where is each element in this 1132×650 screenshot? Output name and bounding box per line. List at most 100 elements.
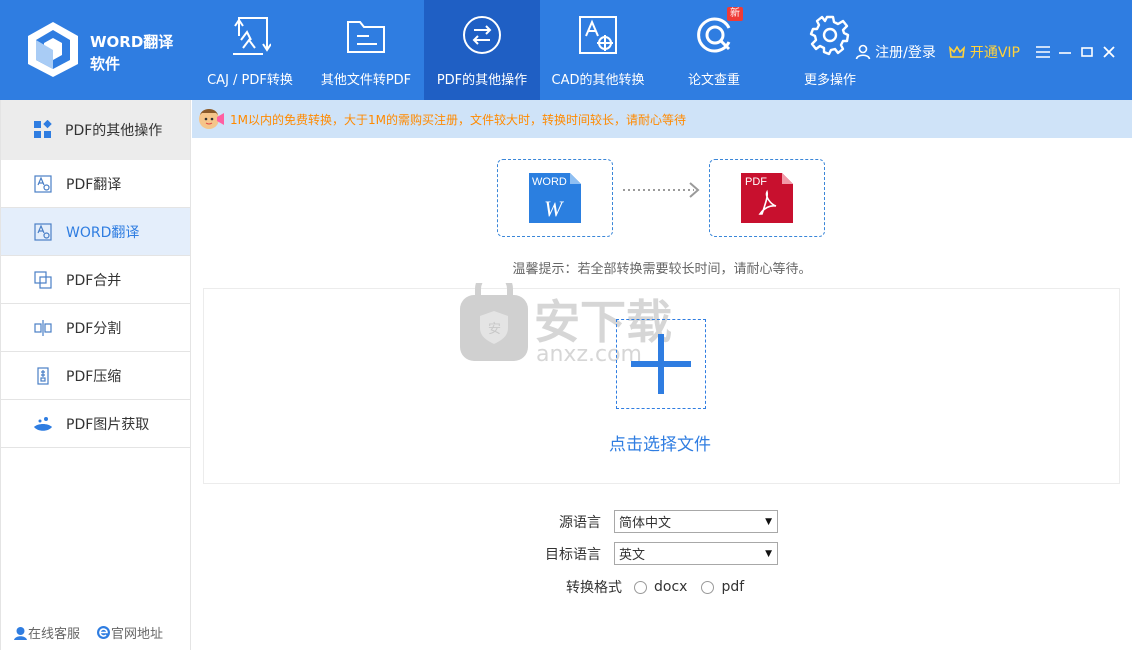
source-language-value: 简体中文: [619, 516, 672, 531]
notice-text: 1M以内的免费转换，大于1M的需购买注册，文件较大时，转换时间较长，请耐心等待: [230, 112, 686, 127]
select-file-label[interactable]: 点击选择文件: [560, 430, 760, 455]
radio-docx[interactable]: [634, 580, 647, 594]
app-name: WORD翻译 软件: [90, 31, 190, 75]
source-language-row: 源语言 简体中文 ▼: [535, 510, 778, 533]
nav-paper-check[interactable]: 新 论文查重: [656, 0, 772, 100]
format-label: 转换格式: [566, 580, 622, 596]
dropdown-arrow-icon: ▼: [765, 548, 772, 559]
sidebar-item-pdf-compress[interactable]: PDF压缩: [1, 352, 190, 400]
nav-other-to-pdf-label: 其他文件转PDF: [320, 73, 412, 88]
apps-grid-icon: [34, 120, 52, 138]
target-language-label: 目标语言: [545, 546, 601, 563]
nav-caj-pdf-label: CAJ / PDF转换: [207, 73, 293, 88]
tip-text: 温馨提示：若全部转换需要较长时间，请耐心等待。: [512, 262, 812, 277]
mascot-megaphone-icon: [199, 109, 224, 129]
nav-more-ops-label: 更多操作: [803, 73, 856, 88]
target-language-row: 目标语言 英文 ▼: [535, 542, 778, 565]
title-bar: WORD翻译 软件 CAJ / PDF转换 其他文件转PDF PDF的其他操作 …: [0, 0, 1132, 100]
plus-icon: [631, 334, 691, 394]
nav-pdf-other-ops[interactable]: PDF的其他操作: [424, 0, 540, 100]
gear-icon: [809, 15, 850, 56]
word-file-icon: WORD W: [529, 173, 581, 223]
split-icon: [33, 318, 53, 338]
merge-icon: [33, 270, 53, 290]
format-row: 转换格式 docx pdf: [566, 577, 758, 597]
nav-cad-other-label: CAD的其他转换: [551, 73, 645, 88]
sidebar-item-pdf-split[interactable]: PDF分割: [1, 304, 190, 352]
crown-icon: [948, 45, 965, 58]
minimize-button[interactable]: [1054, 41, 1076, 63]
sidebar-item-word-translate[interactable]: WORD翻译: [1, 208, 190, 256]
convert-arrow-icon: [623, 182, 700, 198]
menu-button[interactable]: [1032, 41, 1054, 63]
sidebar-item-label: PDF压缩: [66, 368, 122, 385]
hamburger-icon: [1036, 46, 1050, 58]
target-language-value: 英文: [619, 548, 646, 563]
sidebar-item-label: PDF翻译: [66, 176, 122, 193]
login-label: 注册/登录: [875, 45, 936, 61]
login-button[interactable]: 注册/登录: [855, 42, 936, 62]
notice-bar: 1M以内的免费转换，大于1M的需购买注册，文件较大时，转换时间较长，请耐心等待: [192, 100, 1132, 138]
sidebar-item-label: PDF分割: [66, 320, 122, 337]
source-language-select[interactable]: 简体中文 ▼: [614, 510, 778, 533]
sidebar: PDF的其他操作 PDF翻译 WORD翻译 PDF合并 PDF分割 PDF压缩 …: [0, 100, 191, 650]
vip-label: 开通VIP: [969, 45, 1020, 61]
sidebar-item-label: WORD翻译: [66, 224, 140, 241]
source-language-label: 源语言: [559, 514, 601, 531]
translate-icon: [33, 222, 53, 242]
nav-paper-check-label: 论文查重: [687, 73, 740, 88]
sidebar-item-pdf-image-extract[interactable]: PDF图片获取: [1, 400, 190, 448]
vip-button[interactable]: 开通VIP: [948, 42, 1020, 62]
app-name-line2: 软件: [90, 55, 121, 73]
sidebar-item-label: PDF合并: [66, 272, 122, 289]
dropdown-arrow-icon: ▼: [765, 516, 772, 527]
caj-pdf-convert-icon: [233, 17, 271, 55]
online-service-label: 在线客服: [28, 627, 81, 642]
nav-other-to-pdf[interactable]: 其他文件转PDF: [308, 0, 424, 100]
customer-service-icon: [14, 627, 27, 640]
target-language-select[interactable]: 英文 ▼: [614, 542, 778, 565]
maximize-icon: [1081, 47, 1093, 57]
header-right: 注册/登录 开通VIP: [855, 40, 1120, 64]
swap-circle-icon: [463, 16, 501, 54]
source-format-box: WORD W: [497, 159, 613, 237]
nav-cad-other-convert[interactable]: CAD的其他转换: [540, 0, 656, 100]
radio-pdf[interactable]: [701, 580, 715, 594]
svg-text:W: W: [544, 196, 564, 221]
app-logo-icon: [28, 22, 78, 77]
website-link[interactable]: 官网地址: [96, 623, 163, 642]
translate-icon: [33, 174, 53, 194]
minimize-icon: [1059, 52, 1071, 54]
online-service-link[interactable]: 在线客服: [13, 623, 80, 642]
format-pdf-label: pdf: [721, 579, 745, 595]
close-button[interactable]: [1098, 41, 1120, 63]
add-file-button[interactable]: [616, 319, 706, 409]
user-icon: [855, 44, 871, 60]
format-option-docx[interactable]: docx: [634, 579, 687, 595]
sidebar-item-pdf-translate[interactable]: PDF翻译: [1, 160, 190, 208]
nav-caj-pdf-convert[interactable]: CAJ / PDF转换: [192, 0, 308, 100]
website-label: 官网地址: [111, 627, 164, 642]
sidebar-heading-label: PDF的其他操作: [65, 123, 163, 139]
svg-text:安: 安: [488, 322, 501, 337]
pdf-file-label: PDF: [745, 176, 767, 188]
compress-icon: [33, 366, 53, 386]
sidebar-item-pdf-merge[interactable]: PDF合并: [1, 256, 190, 304]
image-extract-icon: [33, 414, 53, 434]
sidebar-heading: PDF的其他操作: [1, 100, 190, 160]
sidebar-item-label: PDF图片获取: [66, 416, 150, 433]
maximize-button[interactable]: [1076, 41, 1098, 63]
nav-pdf-other-ops-label: PDF的其他操作: [436, 73, 528, 88]
browser-e-icon: [97, 626, 111, 639]
close-icon: [1103, 46, 1115, 58]
cad-translate-icon: [579, 16, 617, 54]
word-file-label: WORD: [532, 176, 567, 188]
pdf-file-icon: PDF: [741, 173, 793, 223]
new-badge: 新: [727, 7, 743, 21]
top-nav: CAJ / PDF转换 其他文件转PDF PDF的其他操作 CAD的其他转换 新…: [192, 0, 888, 100]
format-option-pdf[interactable]: pdf: [701, 579, 744, 595]
target-format-box: PDF: [709, 159, 825, 237]
sidebar-footer: 在线客服 官网地址: [13, 623, 179, 642]
folder-icon: [347, 21, 385, 53]
format-docx-label: docx: [654, 579, 688, 595]
